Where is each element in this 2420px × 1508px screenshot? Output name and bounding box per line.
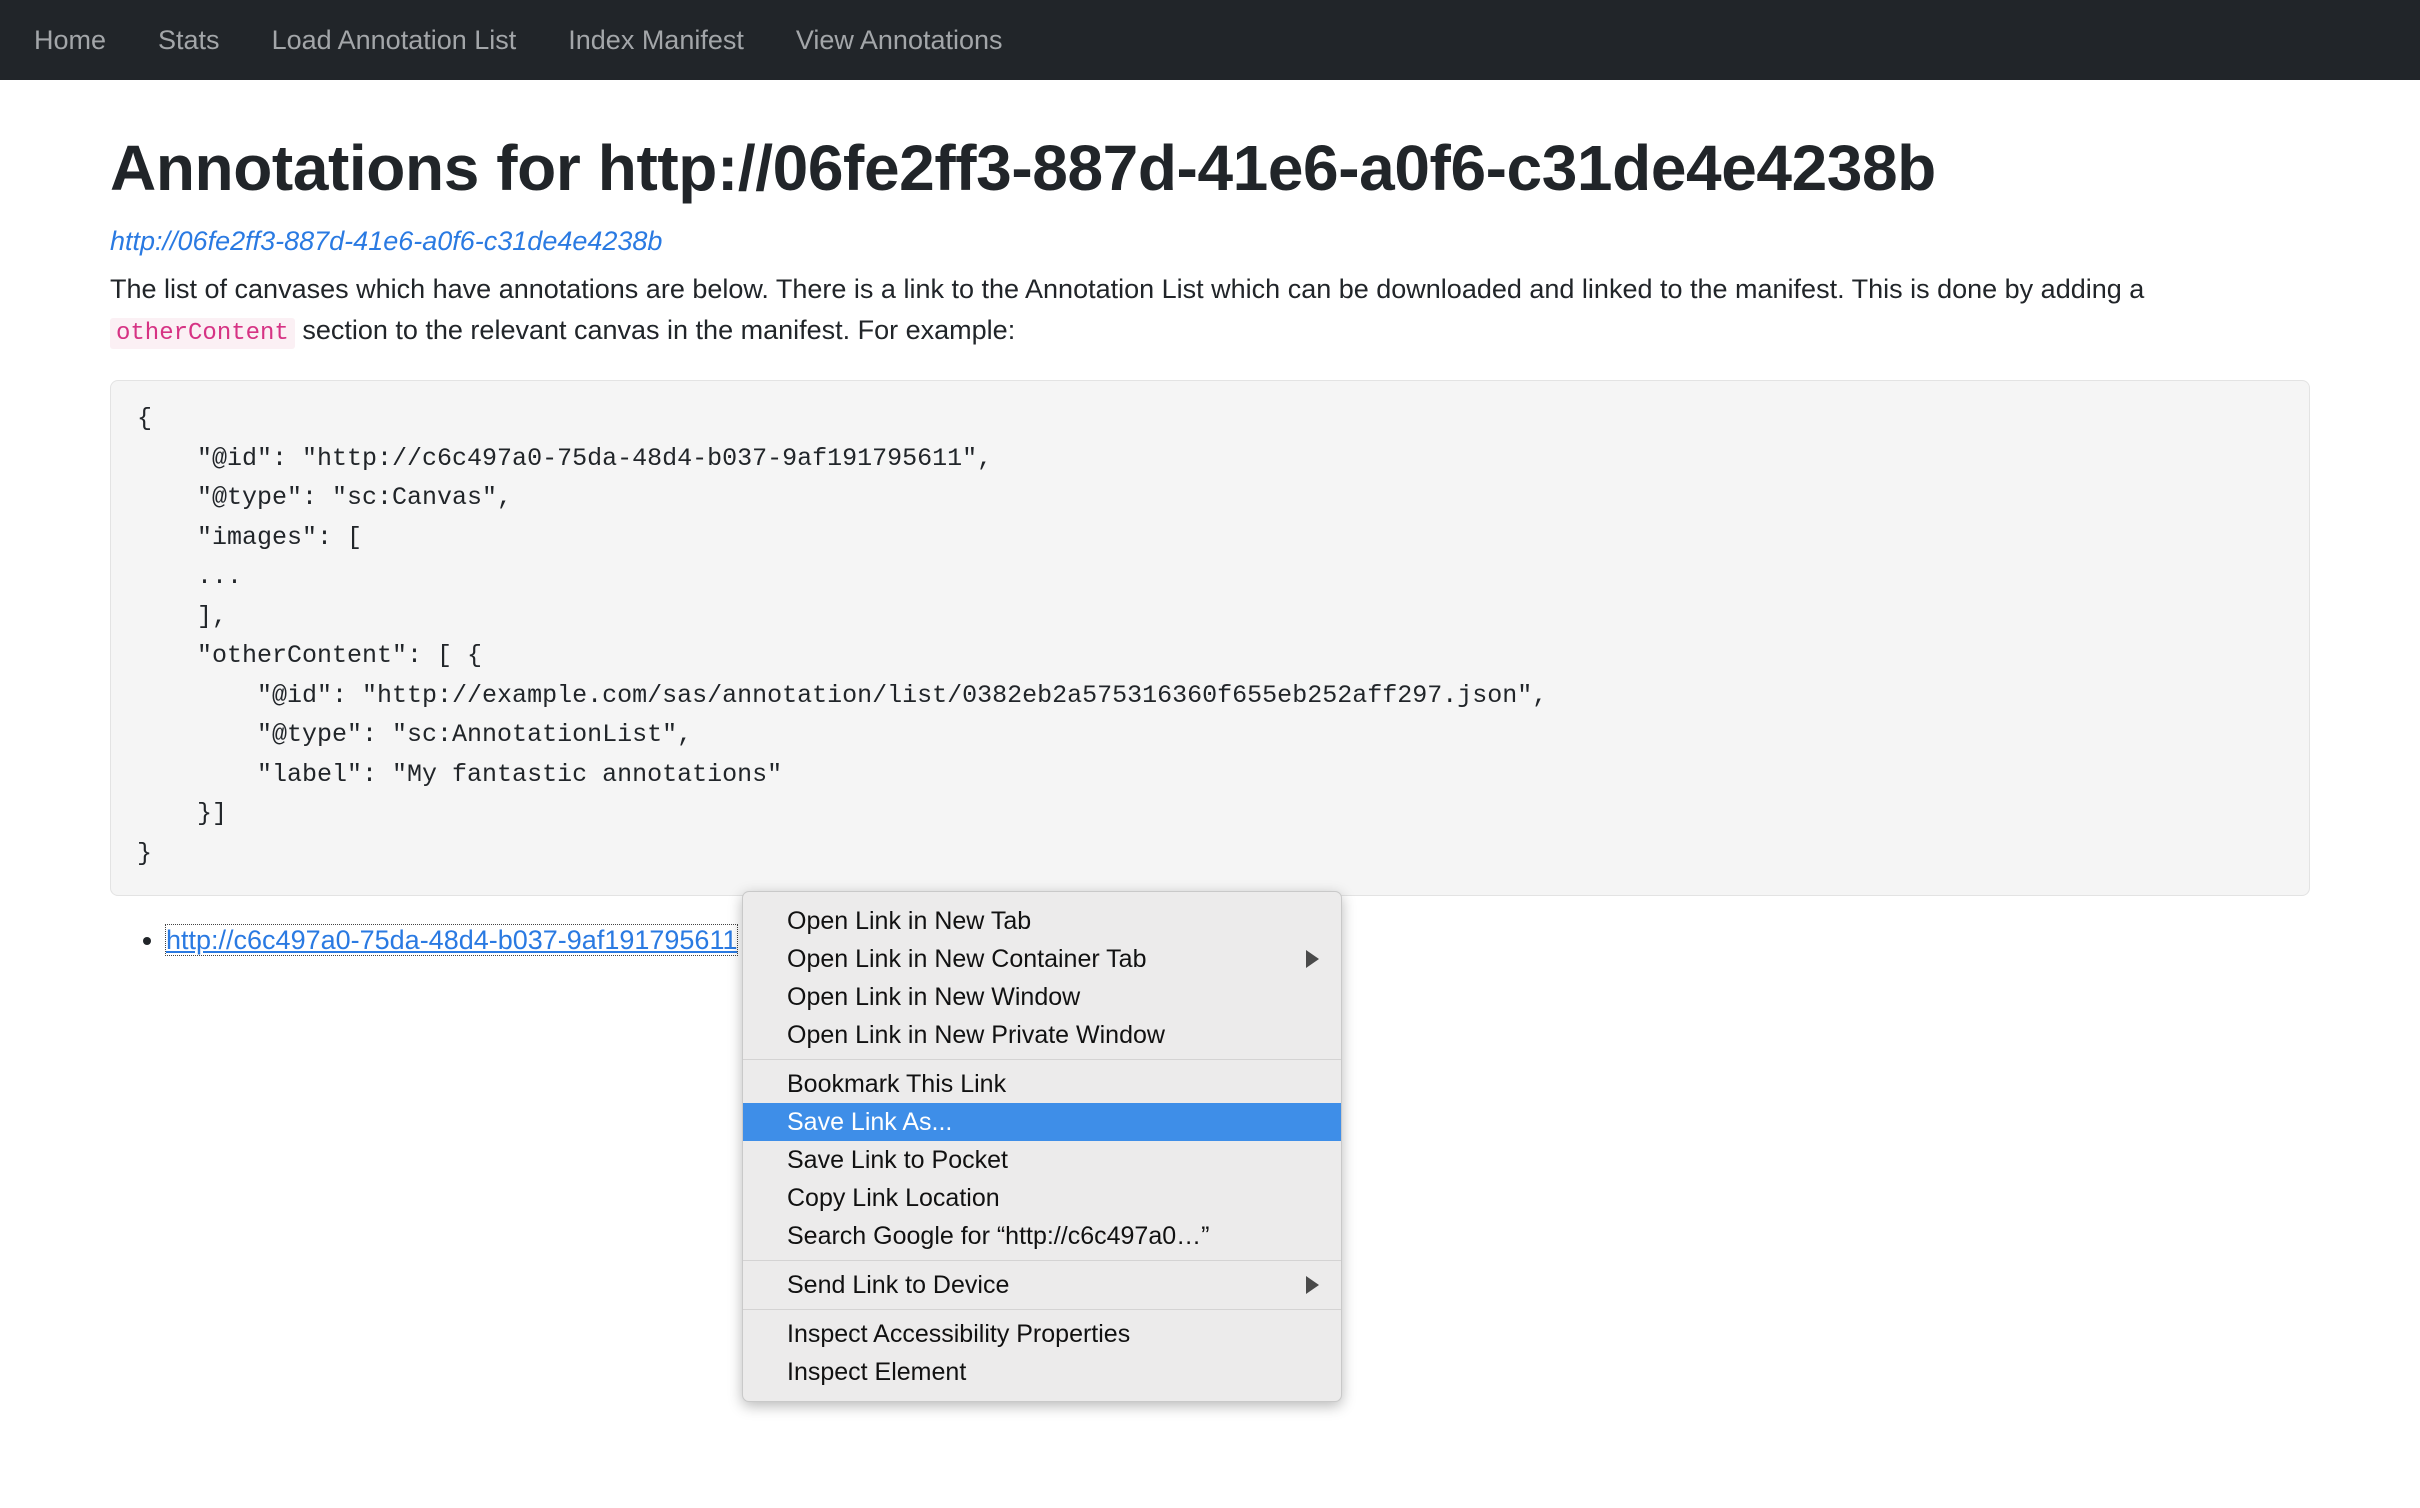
menu-item-copy-link-location[interactable]: Copy Link Location: [743, 1179, 1341, 1217]
menu-item-bookmark-this-link[interactable]: Bookmark This Link: [743, 1065, 1341, 1103]
intro-paragraph: The list of canvases which have annotati…: [110, 269, 2310, 353]
menu-item-send-link-to-device[interactable]: Send Link to Device: [743, 1266, 1341, 1304]
page-title: Annotations for http://06fe2ff3-887d-41e…: [110, 132, 1936, 204]
menu-item-inspect-element[interactable]: Inspect Element: [743, 1353, 1341, 1391]
code-example-text: { "@id": "http://c6c497a0-75da-48d4-b037…: [137, 404, 1548, 868]
menu-item-label: Open Link in New Window: [787, 983, 1081, 1011]
menu-item-label: Open Link in New Private Window: [787, 1021, 1165, 1049]
menu-group: Bookmark This Link Save Link As... Save Li…: [743, 1062, 1341, 1258]
code-example-block: { "@id": "http://c6c497a0-75da-48d4-b037…: [110, 380, 2310, 897]
manifest-url-link[interactable]: http://06fe2ff3-887d-41e6-a0f6-c31de4e42…: [110, 226, 662, 257]
menu-item-save-link-as[interactable]: Save Link As...: [743, 1103, 1341, 1141]
canvas-annotation-link[interactable]: http://c6c497a0-75da-48d4-b037-9af191795…: [164, 924, 739, 957]
menu-item-label: Bookmark This Link: [787, 1070, 1007, 1098]
menu-item-open-link-in-new-window[interactable]: Open Link in New Window: [743, 978, 1341, 1016]
main-navbar: Home Stats Load Annotation List Index Manif…: [0, 0, 2420, 80]
menu-item-label: Open Link in New Tab: [787, 907, 1032, 935]
menu-group: Open Link in New Tab Open Link in New Con…: [743, 899, 1341, 1057]
menu-item-label: Send Link to Device: [787, 1271, 1010, 1299]
intro-text-part2: section to the relevant canvas in the ma…: [294, 314, 1016, 345]
menu-group: Send Link to Device: [743, 1263, 1341, 1307]
menu-item-label: Copy Link Location: [787, 1184, 1000, 1212]
submenu-arrow-icon: [1306, 1276, 1319, 1294]
menu-item-label: Save Link As...: [787, 1108, 953, 1136]
menu-group: Inspect Accessibility Properties Inspect …: [743, 1312, 1341, 1394]
menu-item-open-link-in-new-tab[interactable]: Open Link in New Tab: [743, 902, 1341, 940]
submenu-arrow-icon: [1306, 950, 1319, 968]
menu-separator: [743, 1309, 1341, 1310]
menu-item-inspect-accessibility-properties[interactable]: Inspect Accessibility Properties: [743, 1315, 1341, 1353]
menu-item-label: Open Link in New Container Tab: [787, 945, 1147, 973]
nav-item-index-manifest[interactable]: Index Manifest: [542, 26, 770, 54]
menu-item-label: Save Link to Pocket: [787, 1146, 1008, 1174]
page-content: Annotations for http://06fe2ff3-887d-41e…: [0, 132, 2420, 960]
nav-item-view-annotations[interactable]: View Annotations: [770, 26, 1029, 54]
menu-separator: [743, 1059, 1341, 1060]
menu-separator: [743, 1260, 1341, 1261]
intro-text-part1: The list of canvases which have annotati…: [110, 273, 2145, 304]
nav-item-stats[interactable]: Stats: [132, 26, 246, 54]
menu-item-open-link-in-new-container-tab[interactable]: Open Link in New Container Tab: [743, 940, 1341, 978]
menu-item-save-link-to-pocket[interactable]: Save Link to Pocket: [743, 1141, 1341, 1179]
link-context-menu[interactable]: Open Link in New Tab Open Link in New Con…: [742, 891, 1342, 1402]
nav-item-home[interactable]: Home: [8, 26, 132, 54]
menu-item-search-google-for-http-c6c497a0[interactable]: Search Google for “http://c6c497a0…”: [743, 1217, 1341, 1255]
menu-item-label: Inspect Accessibility Properties: [787, 1320, 1131, 1348]
menu-item-label: Search Google for “http://c6c497a0…”: [787, 1222, 1210, 1250]
menu-item-label: Inspect Element: [787, 1358, 967, 1386]
menu-item-open-link-in-new-private-window[interactable]: Open Link in New Private Window: [743, 1016, 1341, 1054]
other-content-code-span: otherContent: [110, 317, 295, 349]
nav-item-load-annotation-list[interactable]: Load Annotation List: [246, 26, 543, 54]
